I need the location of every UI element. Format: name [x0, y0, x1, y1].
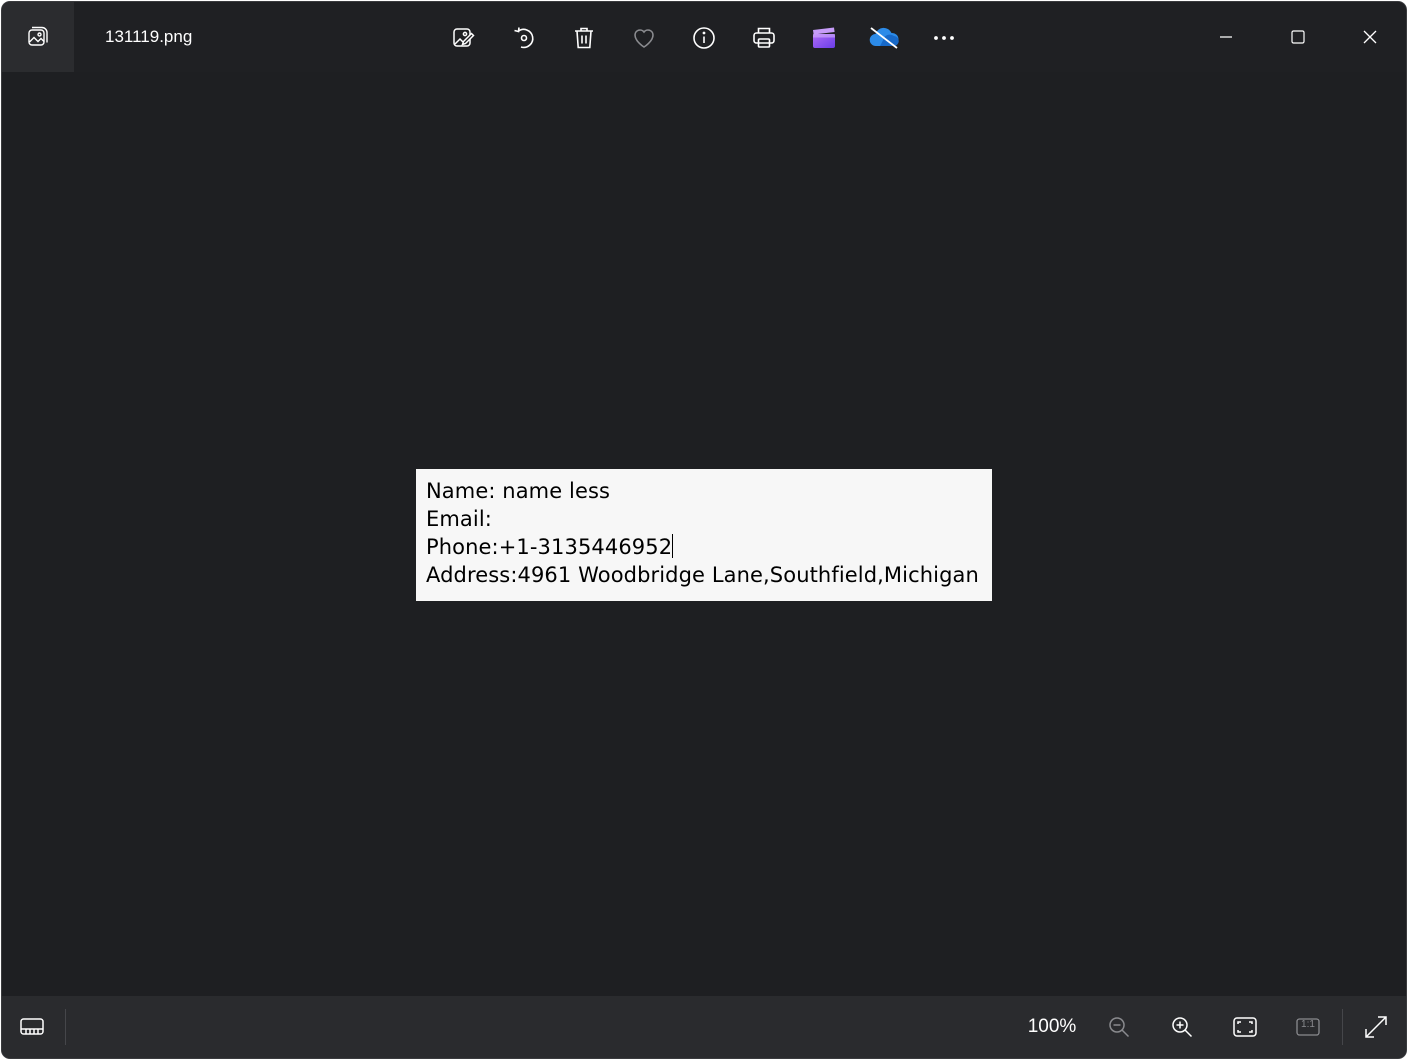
- fit-to-window-icon: [1233, 1017, 1257, 1037]
- full-screen-icon: [1365, 1016, 1387, 1038]
- title-bar: 131119.png: [2, 2, 1406, 72]
- favorite-button[interactable]: [622, 16, 666, 60]
- statusbar-divider-right: [1342, 1009, 1343, 1045]
- favorite-heart-icon: [634, 29, 654, 48]
- zoom-out-button[interactable]: [1097, 1005, 1141, 1049]
- minimize-icon: [1220, 36, 1232, 38]
- image-text-address: Address:4961 Woodbridge Lane,Southfield,…: [426, 563, 979, 587]
- photos-app-window: 131119.png Name: name less Email: Phone:…: [2, 2, 1406, 1058]
- maximize-icon: [1291, 30, 1305, 44]
- rotate-button[interactable]: [502, 16, 546, 60]
- zoom-out-icon: [1109, 1017, 1130, 1038]
- onedrive-button[interactable]: [862, 16, 906, 60]
- clipchamp-button[interactable]: [802, 16, 846, 60]
- zoom-in-button[interactable]: [1160, 1005, 1204, 1049]
- filmstrip-icon: [20, 1018, 44, 1035]
- displayed-image: Name: name less Email: Phone:+1-31354469…: [416, 469, 992, 601]
- delete-button[interactable]: [562, 16, 606, 60]
- close-button[interactable]: [1334, 2, 1406, 72]
- actual-size-label: 1:1: [1301, 1019, 1315, 1030]
- window-title: 131119.png: [105, 27, 193, 46]
- zoom-level[interactable]: 100%: [1012, 1015, 1092, 1039]
- actual-size-button[interactable]: 1:1: [1286, 1005, 1330, 1049]
- maximize-button[interactable]: [1262, 2, 1334, 72]
- minimize-button[interactable]: [1190, 2, 1262, 72]
- close-icon: [1363, 30, 1377, 44]
- print-icon: [753, 27, 775, 48]
- photos-app-icon: [28, 26, 48, 46]
- more-options-icon: [934, 36, 954, 40]
- toolbar: [442, 16, 982, 60]
- filmstrip-toggle-button[interactable]: [10, 1005, 54, 1049]
- window-controls: [1190, 2, 1406, 72]
- fit-to-window-button[interactable]: [1223, 1005, 1267, 1049]
- more-options-button[interactable]: [922, 16, 966, 60]
- text-caret: [672, 534, 674, 558]
- onedrive-icon: [869, 27, 899, 49]
- edit-image-icon: [453, 28, 475, 47]
- image-canvas[interactable]: Name: name less Email: Phone:+1-31354469…: [2, 72, 1406, 998]
- print-button[interactable]: [742, 16, 786, 60]
- image-text-name: Name: name less: [426, 479, 611, 503]
- info-button[interactable]: [682, 16, 726, 60]
- zoom-in-icon: [1172, 1017, 1193, 1038]
- clipchamp-icon: [813, 27, 835, 48]
- image-text-phone: Phone:+1-3135446952: [426, 533, 982, 561]
- full-screen-button[interactable]: [1354, 1005, 1398, 1049]
- status-bar: 100% 1:1: [2, 996, 1406, 1058]
- edit-image-button[interactable]: [442, 16, 486, 60]
- info-icon: [693, 27, 715, 49]
- image-text-email: Email:: [426, 507, 492, 531]
- app-icon-button[interactable]: [2, 2, 74, 72]
- delete-icon: [575, 27, 593, 49]
- phone-text: Phone:+1-3135446952: [426, 535, 673, 559]
- rotate-icon: [514, 27, 534, 49]
- statusbar-divider-left: [65, 1009, 66, 1045]
